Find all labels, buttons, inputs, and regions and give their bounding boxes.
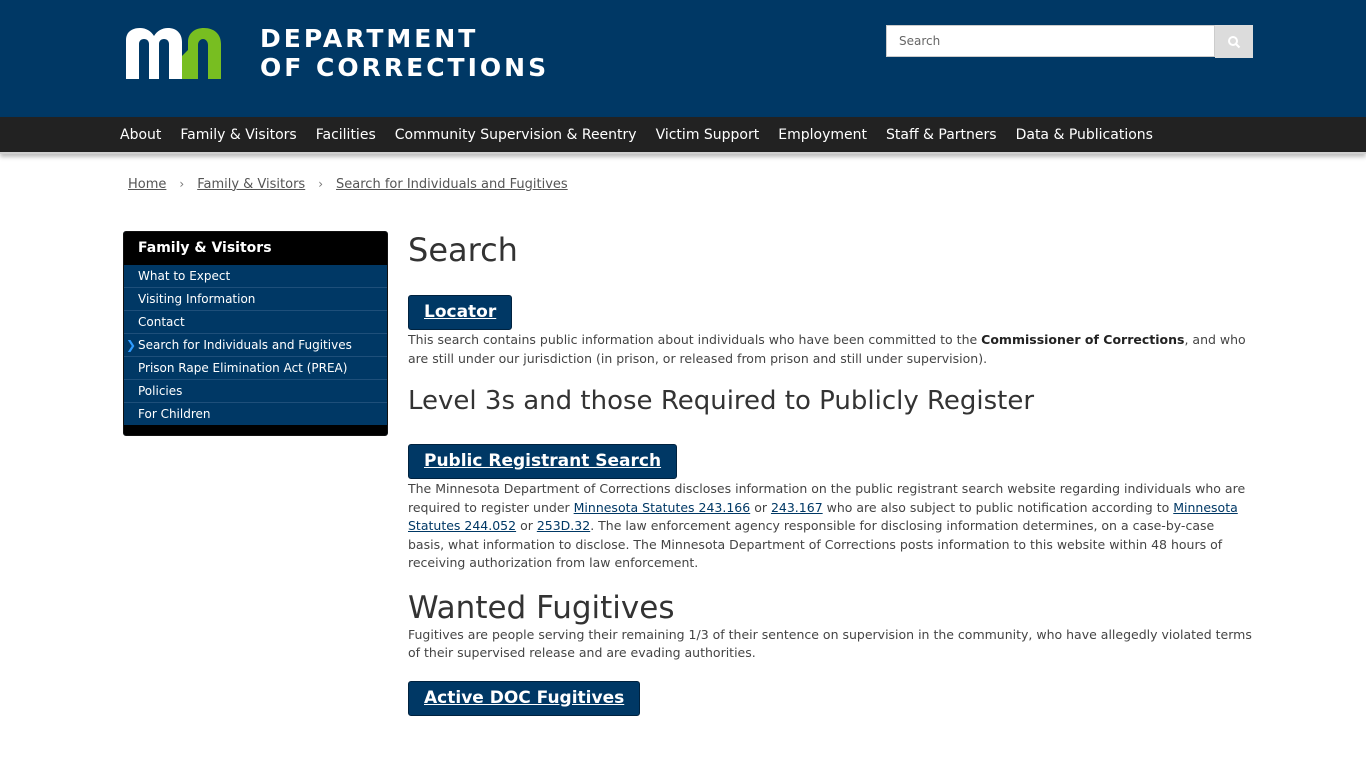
level3-text: or bbox=[516, 518, 537, 533]
breadcrumb-current[interactable]: Search for Individuals and Fugitives bbox=[336, 177, 568, 192]
sidebar-item-label: What to Expect bbox=[138, 269, 231, 283]
wanted-fugitives-heading: Wanted Fugitives bbox=[408, 589, 675, 626]
sidebar-item-prea[interactable]: Prison Rape Elimination Act (PREA) bbox=[124, 357, 387, 380]
sidebar-item-policies[interactable]: Policies bbox=[124, 380, 387, 403]
level3-description: The Minnesota Department of Corrections … bbox=[408, 480, 1253, 573]
locator-text: This search contains public information … bbox=[408, 332, 982, 347]
site-header: DEPARTMENT OF CORRECTIONS bbox=[0, 0, 1366, 117]
sidebar-title[interactable]: Family & Visitors bbox=[124, 232, 387, 265]
fugitives-description: Fugitives are people serving their remai… bbox=[408, 626, 1252, 661]
chevron-right-icon: › bbox=[179, 177, 185, 191]
breadcrumb: Home › Family & Visitors › Search for In… bbox=[128, 175, 568, 193]
nav-item-community-supervision[interactable]: Community Supervision & Reentry bbox=[395, 127, 637, 143]
nav-item-staff-partners[interactable]: Staff & Partners bbox=[886, 127, 997, 143]
nav-item-employment[interactable]: Employment bbox=[778, 127, 867, 143]
main-navigation: About Family & Visitors Facilities Commu… bbox=[0, 117, 1366, 154]
sidebar-menu: Family & Visitors What to Expect Visitin… bbox=[123, 231, 388, 436]
sidebar-item-visiting-information[interactable]: Visiting Information bbox=[124, 288, 387, 311]
sidebar-footer bbox=[124, 425, 387, 435]
statute-link-243167[interactable]: 243.167 bbox=[771, 500, 823, 515]
mn-logo[interactable] bbox=[124, 26, 244, 80]
sidebar-item-label: For Children bbox=[138, 407, 211, 421]
breadcrumb-home[interactable]: Home bbox=[128, 177, 166, 192]
nav-item-facilities[interactable]: Facilities bbox=[316, 127, 376, 143]
mn-logo-icon bbox=[126, 28, 221, 79]
sidebar-item-label: Visiting Information bbox=[138, 292, 256, 306]
logo-text-line1: DEPARTMENT bbox=[260, 24, 479, 53]
public-registrant-search-button[interactable]: Public Registrant Search bbox=[408, 444, 678, 479]
active-doc-fugitives-button[interactable]: Active DOC Fugitives bbox=[408, 680, 641, 716]
breadcrumb-section[interactable]: Family & Visitors bbox=[197, 177, 305, 192]
nav-item-victim-support[interactable]: Victim Support bbox=[656, 127, 760, 143]
sidebar-item-search-individuals[interactable]: ❯ Search for Individuals and Fugitives bbox=[124, 334, 387, 357]
level3-text: or bbox=[750, 499, 771, 515]
commissioner-text: Commissioner of Corrections bbox=[981, 332, 1185, 347]
sidebar-item-label: Search for Individuals and Fugitives bbox=[138, 338, 352, 352]
nav-item-family-visitors[interactable]: Family & Visitors bbox=[180, 127, 296, 143]
sidebar-item-label: Prison Rape Elimination Act (PREA) bbox=[138, 361, 348, 375]
locator-button[interactable]: Locator bbox=[408, 295, 513, 330]
logo-text-line2: OF CORRECTIONS bbox=[260, 53, 550, 82]
chevron-right-icon: ❯ bbox=[126, 338, 137, 352]
chevron-right-icon: › bbox=[318, 177, 324, 191]
level3-text: who are also subject to public notificat… bbox=[822, 499, 1174, 515]
main-content: Search Locator This search contains publ… bbox=[408, 228, 1253, 716]
nav-item-about[interactable]: About bbox=[120, 127, 161, 143]
department-name[interactable]: DEPARTMENT OF CORRECTIONS bbox=[260, 24, 549, 82]
nav-item-data-publications[interactable]: Data & Publications bbox=[1016, 127, 1153, 143]
locator-description: This search contains public information … bbox=[408, 331, 1253, 368]
search-icon bbox=[1228, 35, 1241, 48]
sidebar-item-what-to-expect[interactable]: What to Expect bbox=[124, 265, 387, 288]
level3-heading: Level 3s and those Required to Publicly … bbox=[408, 386, 1035, 416]
statute-link-243166[interactable]: Minnesota Statutes 243.166 bbox=[574, 500, 751, 515]
sidebar-item-contact[interactable]: Contact bbox=[124, 311, 387, 334]
search-input[interactable] bbox=[886, 25, 1215, 57]
search-button[interactable] bbox=[1215, 25, 1253, 58]
sidebar-item-label: Policies bbox=[138, 384, 183, 398]
sidebar-item-label: Contact bbox=[138, 315, 185, 329]
page-title: Search bbox=[408, 231, 518, 269]
sidebar-item-for-children[interactable]: For Children bbox=[124, 403, 387, 426]
statute-link-253d32[interactable]: 253D.32 bbox=[537, 518, 590, 533]
